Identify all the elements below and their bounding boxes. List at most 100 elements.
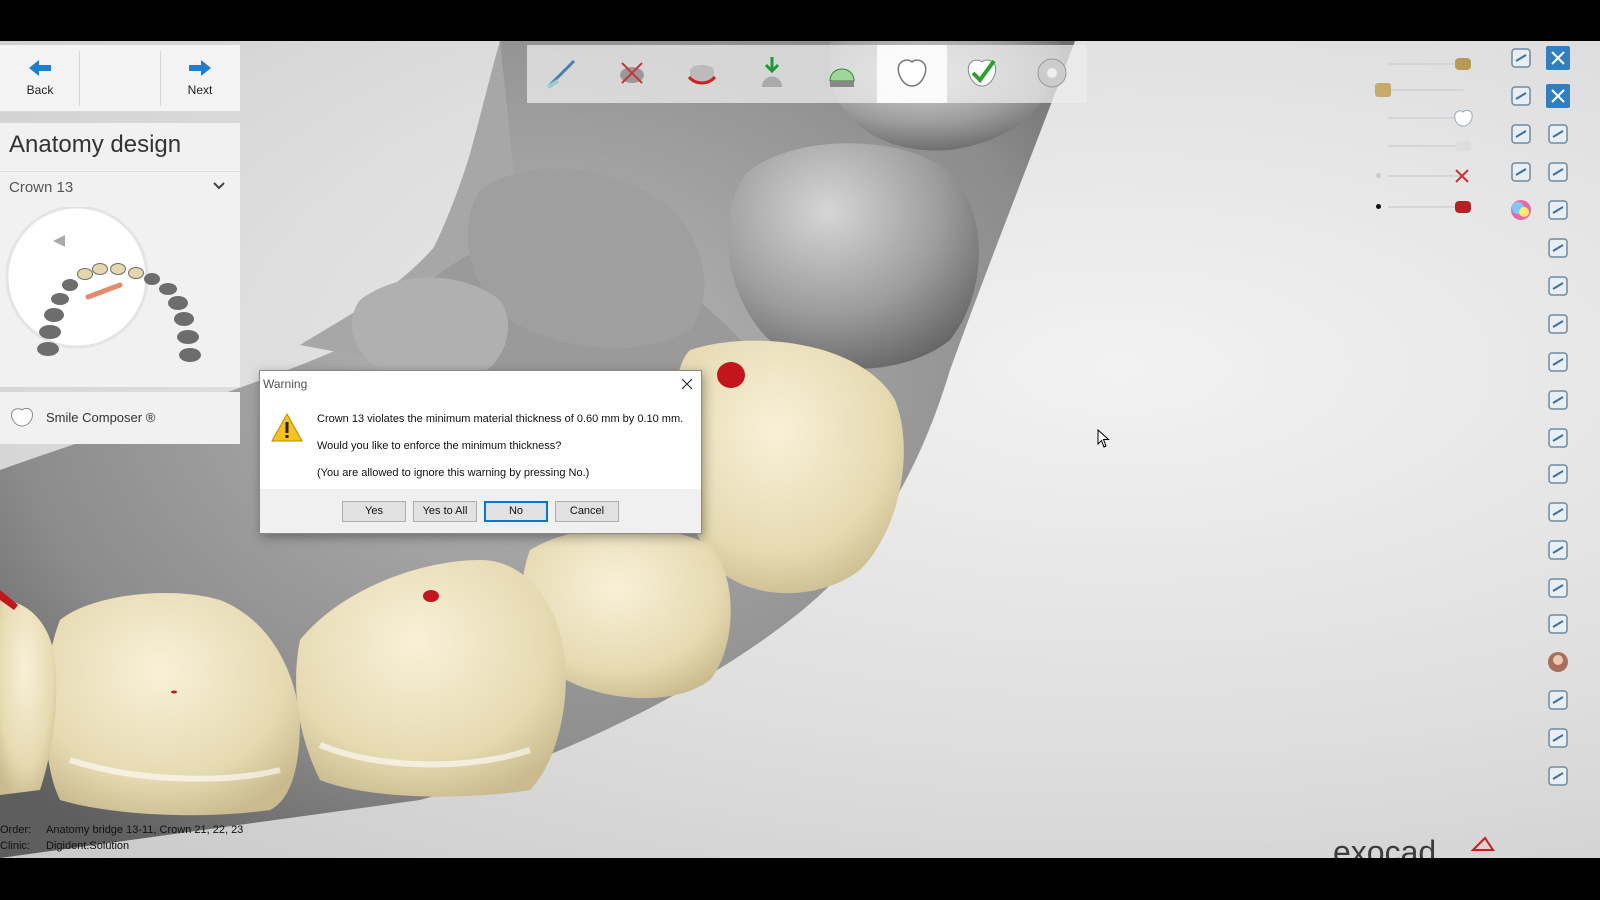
tooth-icon (11, 407, 33, 427)
crown-dropdown[interactable]: Crown 13 (0, 173, 240, 203)
cancel-button[interactable]: Cancel (555, 501, 619, 522)
implant-button[interactable] (1543, 609, 1573, 639)
dialog-title: Warning (263, 377, 308, 391)
anatomy-design-panel: Anatomy design Crown 13 (0, 123, 240, 387)
smile-composer-button[interactable]: Smile Composer ® (0, 392, 240, 444)
tooth-chart-selection-circle (5, 207, 149, 349)
screenshot-icon (1548, 766, 1568, 786)
tooth-chart[interactable] (0, 207, 240, 387)
workflow-toolbar (527, 45, 1087, 103)
bar-button[interactable] (1543, 573, 1573, 603)
sculpt-button[interactable] (1543, 385, 1573, 415)
smooth-button[interactable] (1543, 459, 1573, 489)
chevron-down-icon (213, 182, 225, 190)
margin-icon (1455, 201, 1471, 213)
implant-icon (1548, 614, 1568, 634)
workflow-step-finish-checkmark[interactable] (947, 45, 1017, 103)
alert-icon (1548, 690, 1568, 710)
wizard-nav: Back Next (0, 45, 240, 112)
visibility-slider-model[interactable] (1375, 78, 1480, 102)
visibility-slider-jaw[interactable] (1380, 134, 1480, 158)
browser-button[interactable] (1543, 195, 1573, 225)
globe-view-icon (1548, 124, 1568, 144)
bottom-black-bar (0, 858, 1600, 900)
yes-to-all-button[interactable]: Yes to All (413, 501, 477, 522)
workflow-step-cement-gap[interactable] (807, 45, 877, 103)
sculpt-add-icon (1548, 428, 1568, 448)
mouse-pointer-icon (1097, 429, 1110, 448)
view-top-button[interactable] (1543, 347, 1573, 377)
view-top-icon (1548, 352, 1568, 372)
dialog-button-bar: Yes Yes to All No Cancel (260, 489, 701, 533)
anatomy-tooth-icon (897, 59, 927, 87)
visibility-slider-antagonist[interactable] (1380, 52, 1480, 76)
ruler-button[interactable] (1506, 119, 1536, 149)
visibility-slider-crown[interactable] (1380, 106, 1480, 130)
workflow-step-anatomy-tooth[interactable] (877, 45, 947, 103)
order-info: Order: Anatomy bridge 13-11, Crown 21, 22… (0, 824, 243, 836)
fullscreen-button[interactable] (1543, 81, 1573, 111)
view-back-button[interactable] (1543, 309, 1573, 339)
tooth-outline-button[interactable] (1543, 497, 1573, 527)
margin-line-icon (687, 65, 717, 85)
globe-view-button[interactable] (1543, 119, 1573, 149)
smooth-icon (1548, 464, 1568, 484)
jaw-motion-button[interactable] (1506, 157, 1536, 187)
browser-icon (1548, 200, 1568, 220)
tooth-outline-icon (1548, 502, 1568, 522)
screenshot-button[interactable] (1543, 761, 1573, 791)
molar (727, 143, 979, 369)
sculpt-add-button[interactable] (1543, 423, 1573, 453)
view-back-icon (1548, 314, 1568, 334)
yes-button[interactable]: Yes (342, 501, 406, 522)
shield-view-button[interactable] (1506, 43, 1536, 73)
next-button[interactable]: Next (160, 45, 240, 112)
export-button[interactable] (1543, 723, 1573, 753)
antagonist-icon (1455, 58, 1471, 70)
view-front-button[interactable] (1543, 233, 1573, 263)
arrow-left-icon (29, 60, 51, 76)
clinic-info: Clinic: Digident.Solution (0, 840, 129, 852)
jaw-motion-icon (1511, 162, 1531, 182)
workflow-step-milling-disc[interactable] (1017, 45, 1087, 103)
3d-viewport[interactable] (0, 41, 1600, 858)
export-icon (1548, 728, 1568, 748)
workflow-step-prepare-scan[interactable] (527, 45, 597, 103)
visibility-slider-margin[interactable] (1376, 195, 1480, 219)
back-label: Back (26, 83, 54, 97)
dialog-message-line2: Would you like to enforce the minimum th… (317, 440, 562, 452)
view-side-icon (1548, 276, 1568, 296)
divider (0, 171, 240, 172)
bar-icon (1548, 578, 1568, 598)
dialog-message-line1: Crown 13 violates the minimum material t… (317, 413, 684, 425)
color-wheel-icon (1511, 200, 1531, 220)
workflow-step-insertion-direction[interactable] (737, 45, 807, 103)
view-side-button[interactable] (1543, 271, 1573, 301)
nav-divider (79, 51, 80, 106)
cement-gap-icon (829, 68, 855, 87)
shield-view-icon (1511, 48, 1531, 68)
workflow-step-margin-line[interactable] (667, 45, 737, 103)
graduation-cap-button[interactable] (1543, 157, 1573, 187)
insertion-direction-icon (762, 57, 782, 87)
face-photo-button[interactable] (1543, 647, 1573, 677)
no-button[interactable]: No (484, 501, 548, 522)
warning-icon (271, 412, 303, 442)
panel-title: Anatomy design (9, 131, 182, 158)
color-wheel-button[interactable] (1506, 195, 1536, 225)
back-button[interactable]: Back (0, 45, 80, 112)
workflow-step-cut-dies[interactable] (597, 45, 667, 103)
alert-button[interactable] (1543, 685, 1573, 715)
cut-dies-icon (620, 62, 644, 84)
next-label: Next (187, 83, 213, 97)
close-view-button[interactable] (1543, 43, 1573, 73)
fullscreen-icon (1546, 84, 1570, 108)
ruler-icon (1511, 124, 1531, 144)
axis-button[interactable] (1506, 81, 1536, 111)
dental-model-scene (0, 41, 1075, 858)
visibility-slider-cut[interactable] (1376, 164, 1480, 188)
smile-composer-label: Smile Composer ® (46, 410, 156, 425)
attachment-button[interactable] (1543, 535, 1573, 565)
warning-dialog: Warning Crown 13 violates the minimum ma… (259, 370, 702, 534)
close-icon[interactable] (679, 376, 695, 392)
